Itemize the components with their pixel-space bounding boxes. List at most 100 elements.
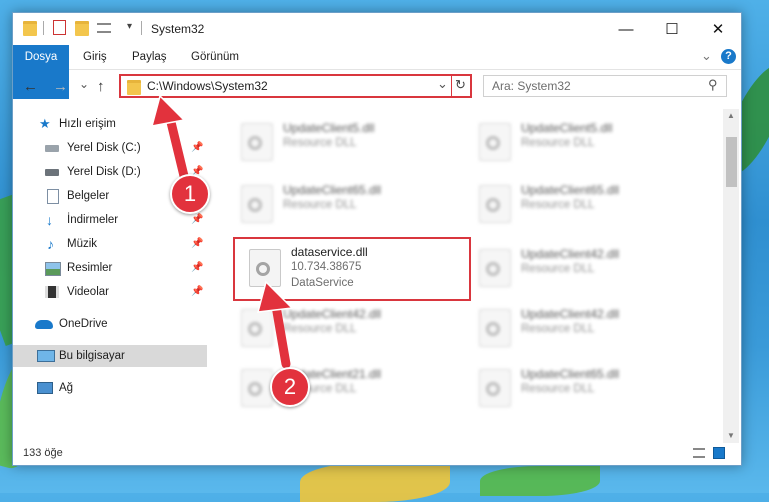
cloud-icon xyxy=(35,320,53,329)
file-description: Resource DLL xyxy=(283,323,357,335)
sidebar-item-label: Müzik xyxy=(67,238,98,250)
file-description: Resource DLL xyxy=(521,323,595,335)
address-path[interactable]: C:\Windows\System32 xyxy=(147,79,268,93)
dll-file-icon xyxy=(479,249,511,287)
dll-file-icon xyxy=(479,123,511,161)
dll-file-icon xyxy=(241,185,273,223)
refresh-icon[interactable]: ↻ xyxy=(455,77,466,93)
dll-file-icon xyxy=(479,309,511,347)
sidebar-item-label: Belgeler xyxy=(67,190,110,202)
back-button[interactable]: ← xyxy=(23,78,38,95)
sidebar-item-onedrive[interactable]: OneDrive xyxy=(13,313,207,335)
file-description: Resource DLL xyxy=(521,383,595,395)
list-item[interactable]: UpdateClient42.dll Resource DLL xyxy=(473,301,693,355)
sidebar-item-drive-c[interactable]: Yerel Disk (C:) 📌 xyxy=(13,137,207,159)
wallpaper-leaf xyxy=(300,462,450,502)
sidebar-item-label: Yerel Disk (D:) xyxy=(67,166,141,178)
file-description: Resource DLL xyxy=(521,263,595,275)
window-title: System32 xyxy=(151,22,205,36)
dll-file-icon xyxy=(241,369,273,407)
file-name: UpdateClient42.dll xyxy=(521,307,620,321)
sidebar-item-label: Videolar xyxy=(67,286,109,298)
file-name: UpdateClient42.dll xyxy=(521,247,620,261)
help-icon[interactable]: ? xyxy=(721,49,736,64)
file-name: UpdateClient65.dll xyxy=(521,183,620,197)
minimize-button[interactable]: — xyxy=(603,13,649,45)
sidebar-item-label: İndirmeler xyxy=(67,214,119,226)
title-bar: ▾ System32 — ☐ ✕ xyxy=(13,13,741,45)
file-name: UpdateClient65.dll xyxy=(283,183,382,197)
sidebar-item-downloads[interactable]: ↓ İndirmeler 📌 xyxy=(13,209,207,231)
sidebar-item-quick-access[interactable]: ★ Hızlı erişim xyxy=(13,113,207,135)
recent-locations-button[interactable]: ⌄ xyxy=(79,77,89,91)
file-name: UpdateClient42.dll xyxy=(283,307,382,321)
list-item[interactable]: UpdateClient21.dll Resource DLL xyxy=(235,361,455,415)
search-icon[interactable]: ⚲ xyxy=(708,77,718,93)
highlight-box-file xyxy=(233,237,471,301)
music-icon: ♪ xyxy=(47,236,54,252)
separator xyxy=(451,76,452,96)
list-item[interactable]: UpdateClient42.dll Resource DLL xyxy=(235,301,455,355)
drive-icon xyxy=(45,169,59,176)
navigation-pane: ★ Hızlı erişim Yerel Disk (C:) 📌 Yerel D… xyxy=(13,109,213,443)
forward-button[interactable]: → xyxy=(53,78,68,95)
list-item[interactable]: UpdateClient5.dll Resource DLL xyxy=(235,115,455,169)
ribbon-expand-icon[interactable]: ⌄ xyxy=(701,48,712,64)
close-button[interactable]: ✕ xyxy=(695,13,741,45)
network-icon xyxy=(37,382,53,394)
list-item[interactable]: UpdateClient65.dll Resource DLL xyxy=(473,177,693,231)
separator xyxy=(43,21,44,35)
download-icon: ↓ xyxy=(46,212,53,228)
maximize-button[interactable]: ☐ xyxy=(649,13,695,45)
list-item[interactable]: UpdateClient65.dll Resource DLL xyxy=(235,177,455,231)
file-description: Resource DLL xyxy=(521,137,595,149)
scroll-up-icon[interactable]: ▲ xyxy=(727,111,735,120)
properties-icon[interactable] xyxy=(53,20,66,35)
dll-file-icon xyxy=(479,369,511,407)
file-description: Resource DLL xyxy=(283,199,357,211)
pin-icon: 📌 xyxy=(191,142,204,153)
vertical-scrollbar[interactable]: ▲ ▼ xyxy=(723,109,739,443)
sidebar-item-label: Ağ xyxy=(59,382,74,394)
sidebar-item-label: Bu bilgisayar xyxy=(59,350,125,362)
sidebar-item-label: OneDrive xyxy=(59,318,108,330)
sidebar-item-videos[interactable]: Videolar 📌 xyxy=(13,281,207,303)
file-name: UpdateClient5.dll xyxy=(521,121,613,135)
pin-icon: 📌 xyxy=(191,262,204,273)
address-dropdown-icon[interactable]: ⌄ xyxy=(437,76,448,92)
tab-view[interactable]: Görünüm xyxy=(191,45,239,69)
search-input[interactable]: Ara: System32 xyxy=(492,79,571,93)
large-icons-view-icon[interactable] xyxy=(713,447,725,459)
status-bar: 133 öğe xyxy=(13,443,741,465)
item-count: 133 öğe xyxy=(23,447,63,459)
sidebar-item-pictures[interactable]: Resimler 📌 xyxy=(13,257,207,279)
sidebar-item-network[interactable]: Ağ xyxy=(13,377,207,399)
scroll-down-icon[interactable]: ▼ xyxy=(727,431,735,440)
computer-icon xyxy=(37,350,55,362)
separator xyxy=(141,21,142,35)
step-badge-2: 2 xyxy=(270,367,310,407)
list-item[interactable]: UpdateClient42.dll Resource DLL xyxy=(473,241,693,295)
sidebar-item-music[interactable]: ♪ Müzik 📌 xyxy=(13,233,207,255)
new-folder-icon[interactable] xyxy=(75,21,89,36)
tab-share[interactable]: Paylaş xyxy=(132,45,167,69)
customize-toolbar-icon[interactable]: ▾ xyxy=(127,21,132,32)
list-item[interactable]: UpdateClient65.dll Resource DLL xyxy=(473,361,693,415)
up-button[interactable]: ↑ xyxy=(97,78,105,95)
drive-icon xyxy=(45,145,59,152)
documents-icon xyxy=(47,189,59,204)
list-item[interactable]: UpdateClient5.dll Resource DLL xyxy=(473,115,693,169)
view-options-icon[interactable] xyxy=(97,23,111,33)
pin-icon: 📌 xyxy=(191,286,204,297)
file-description: Resource DLL xyxy=(521,199,595,211)
details-view-icon[interactable] xyxy=(693,448,705,458)
scrollbar-thumb[interactable] xyxy=(726,137,737,187)
file-name: UpdateClient5.dll xyxy=(283,121,375,135)
file-name: UpdateClient65.dll xyxy=(521,367,620,381)
sidebar-item-label: Yerel Disk (C:) xyxy=(67,142,141,154)
tab-home[interactable]: Giriş xyxy=(83,45,107,69)
folder-icon xyxy=(127,80,141,95)
address-bar[interactable]: C:\Windows\System32 ⌄ ↻ xyxy=(119,74,472,98)
search-box[interactable]: Ara: System32 ⚲ xyxy=(483,75,727,97)
sidebar-item-this-pc[interactable]: Bu bilgisayar xyxy=(13,345,207,367)
